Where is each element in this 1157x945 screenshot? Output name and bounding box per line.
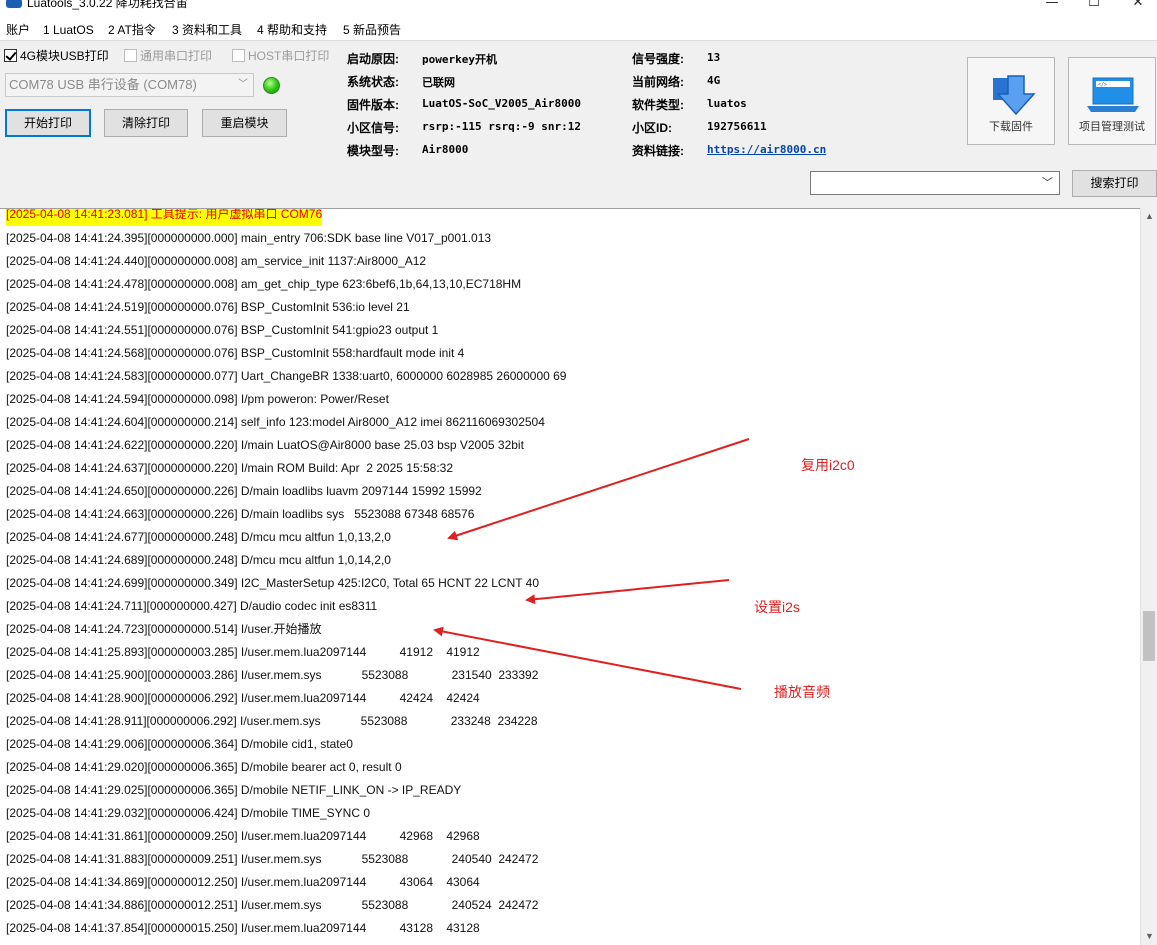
cell-signal-label: 小区信号:	[347, 121, 399, 135]
log-line: [2025-04-08 14:41:31.883][000000009.251]…	[6, 852, 539, 866]
docs-link[interactable]: https://air8000.cn	[707, 143, 826, 156]
log-line: [2025-04-08 14:41:24.519][000000000.076]…	[6, 300, 410, 314]
menu-account[interactable]: 账户	[6, 23, 30, 37]
log-line: [2025-04-08 14:41:24.551][000000000.076]…	[6, 323, 439, 337]
annotation-play-audio: 播放音频	[774, 684, 830, 700]
log-line: [2025-04-08 14:41:29.020][000000006.365]…	[6, 760, 402, 774]
clear-print-button[interactable]: 清除打印	[104, 109, 188, 137]
port-select-value: COM78 USB 串行设备 (COM78)	[9, 77, 197, 92]
cell-id-value: 192756611	[707, 120, 767, 133]
log-line: [2025-04-08 14:41:31.861][000000009.250]…	[6, 829, 480, 843]
log-line: [2025-04-08 14:41:24.723][000000000.514]…	[6, 622, 322, 636]
software-type-label: 软件类型:	[632, 98, 684, 112]
log-scrollbar[interactable]: ▲ ▼	[1140, 208, 1157, 945]
checkbox-icon	[232, 48, 245, 62]
checkbox-checked-icon	[4, 48, 17, 62]
log-line: [2025-04-08 14:41:24.622][000000000.220]…	[6, 438, 524, 452]
menu-luatos[interactable]: 1 LuatOS	[43, 23, 94, 37]
restart-module-button[interactable]: 重启模块	[202, 109, 287, 137]
luatools-logo-icon	[6, 0, 22, 8]
usb-print-checkbox[interactable]: 4G模块USB打印	[4, 48, 109, 63]
title-bar: Luatools_3.0.22 降功耗找合宙 — ☐ ✕	[0, 0, 1157, 12]
firmware-value: LuatOS-SoC_V2005_Air8000	[422, 97, 581, 110]
current-network-label: 当前网络:	[632, 75, 684, 89]
log-line: [2025-04-08 14:41:24.650][000000000.226]…	[6, 484, 482, 498]
log-line: [2025-04-08 14:41:24.583][000000000.077]…	[6, 369, 567, 383]
software-type-value: luatos	[707, 97, 747, 110]
boot-reason-label: 启动原因:	[347, 52, 399, 66]
usb-print-label: 4G模块USB打印	[20, 48, 109, 63]
menu-new-products[interactable]: 5 新品预告	[343, 23, 401, 37]
signal-strength-value: 13	[707, 51, 721, 64]
log-line: [2025-04-08 14:41:29.006][000000006.364]…	[6, 737, 353, 751]
log-line: [2025-04-08 14:41:25.900][000000003.286]…	[6, 668, 539, 682]
log-line: [2025-04-08 14:41:28.900][000000006.292]…	[6, 691, 480, 705]
log-line: [2025-04-08 14:41:28.911][000000006.292]…	[6, 714, 538, 728]
window-title: Luatools_3.0.22 降功耗找合宙	[27, 0, 188, 10]
log-line: [2025-04-08 14:41:29.032][000000006.424]…	[6, 806, 371, 820]
laptop-code-icon: </>	[1087, 77, 1139, 112]
serial-print-checkbox[interactable]: 通用串口打印	[124, 48, 213, 63]
scroll-thumb[interactable]	[1143, 611, 1155, 661]
log-line: [2025-04-08 14:41:24.637][000000000.220]…	[6, 461, 453, 475]
log-line: [2025-04-08 14:41:24.395][000000000.000]…	[6, 231, 492, 245]
project-test-button[interactable]: </> 项目管理测试	[1068, 57, 1156, 145]
log-line: [2025-04-08 14:41:24.663][000000000.226]…	[6, 507, 475, 521]
log-line: [2025-04-08 14:41:24.699][000000000.349]…	[6, 576, 540, 590]
svg-text:</>: </>	[1098, 82, 1107, 88]
log-line: [2025-04-08 14:41:25.893][000000003.285]…	[6, 645, 480, 659]
log-output[interactable]: [2025-04-08 14:41:23.081] 工具提示: 用户虚拟串口 C…	[0, 208, 1140, 945]
log-line: [2025-04-08 14:41:24.594][000000000.098]…	[6, 392, 389, 406]
chevron-down-icon: ﹀	[1042, 177, 1053, 189]
system-status-label: 系统状态:	[347, 75, 399, 89]
host-print-label: HOST串口打印	[248, 48, 330, 63]
system-status-value: 已联网	[422, 76, 455, 89]
signal-strength-label: 信号强度:	[632, 52, 684, 66]
log-line: [2025-04-08 14:41:24.478][000000000.008]…	[6, 277, 522, 291]
docs-link-label: 资料链接:	[632, 144, 684, 158]
module-model-value: Air8000	[422, 143, 469, 156]
download-arrow-icon	[993, 75, 1036, 116]
log-line: [2025-04-08 14:41:37.854][000000015.250]…	[6, 921, 480, 935]
boot-reason-value: powerkey开机	[422, 53, 497, 66]
current-network-value: 4G	[707, 74, 721, 87]
menu-bar: 账户 1 LuatOS 2 AT指令 3 资料和工具 4 帮助和支持 5 新品预…	[0, 20, 1157, 40]
annotation-set-i2s: 设置i2s	[754, 599, 800, 615]
maximize-button[interactable]: ☐	[1071, 0, 1117, 12]
close-button[interactable]: ✕	[1115, 0, 1157, 12]
log-line: [2025-04-08 14:41:24.568][000000000.076]…	[6, 346, 465, 360]
log-line: [2025-04-08 14:41:29.025][000000006.365]…	[6, 783, 462, 797]
module-model-label: 模块型号:	[347, 144, 399, 158]
serial-print-label: 通用串口打印	[140, 48, 213, 63]
start-print-button[interactable]: 开始打印	[5, 109, 91, 137]
menu-at-commands[interactable]: 2 AT指令	[108, 23, 156, 37]
search-print-button[interactable]: 搜索打印	[1072, 170, 1157, 197]
firmware-label: 固件版本:	[347, 98, 399, 112]
search-combo[interactable]: ﹀	[810, 171, 1060, 195]
scroll-up-icon[interactable]: ▲	[1141, 208, 1157, 225]
log-line: [2025-04-08 14:41:24.711][000000000.427]…	[6, 599, 378, 613]
log-line: [2025-04-08 14:41:34.869][000000012.250]…	[6, 875, 480, 889]
host-print-checkbox[interactable]: HOST串口打印	[232, 48, 330, 63]
cell-signal-value: rsrp:-115 rsrq:-9 snr:12	[422, 120, 581, 133]
project-test-label: 项目管理测试	[1079, 121, 1145, 133]
log-line: [2025-04-08 14:41:34.886][000000012.251]…	[6, 898, 539, 912]
download-firmware-button[interactable]: 下载固件	[967, 57, 1055, 145]
download-firmware-label: 下载固件	[989, 121, 1033, 133]
menu-resources-tools[interactable]: 3 资料和工具	[172, 23, 242, 37]
port-select[interactable]: COM78 USB 串行设备 (COM78) ﹀	[5, 73, 254, 97]
menu-help-support[interactable]: 4 帮助和支持	[257, 23, 327, 37]
minimize-button[interactable]: —	[1029, 0, 1075, 12]
log-line: [2025-04-08 14:41:24.440][000000000.008]…	[6, 254, 427, 268]
log-line: [2025-04-08 14:41:24.677][000000000.248]…	[6, 530, 391, 544]
cell-id-label: 小区ID:	[632, 121, 672, 135]
checkbox-icon	[124, 48, 137, 62]
chevron-down-icon: ﹀	[238, 79, 248, 90]
annotation-reuse-i2c0: 复用i2c0	[801, 457, 855, 473]
log-line-highlight: [2025-04-08 14:41:23.081] 工具提示: 用户虚拟串口 C…	[6, 209, 323, 226]
green-status-led-icon	[263, 77, 280, 94]
log-line: [2025-04-08 14:41:24.604][000000000.214]…	[6, 415, 545, 429]
scroll-down-icon[interactable]: ▼	[1141, 928, 1157, 945]
log-line: [2025-04-08 14:41:24.689][000000000.248]…	[6, 553, 391, 567]
